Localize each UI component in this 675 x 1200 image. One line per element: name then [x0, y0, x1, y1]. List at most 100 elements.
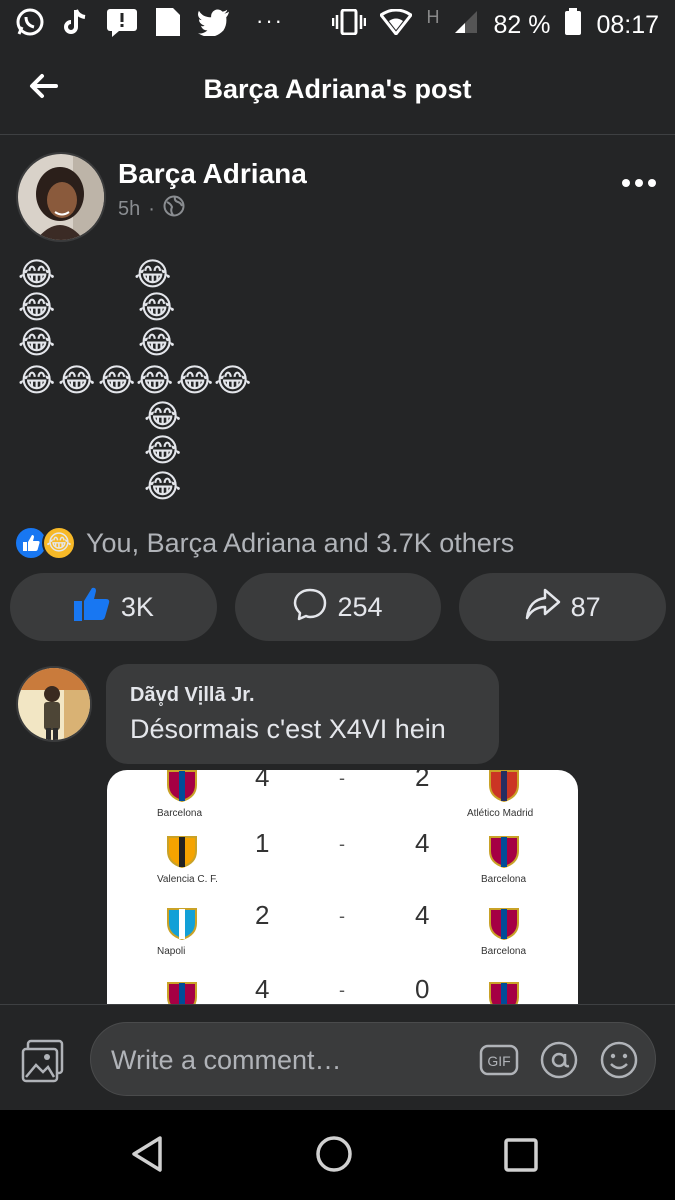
- away-score: 2: [415, 770, 430, 792]
- signal-icon: [453, 9, 479, 42]
- circle-home-icon: [316, 1136, 352, 1172]
- team-crest-icon: [165, 906, 199, 941]
- home-score: 4: [255, 770, 270, 792]
- meta-separator: ·: [148, 197, 155, 220]
- gif-button[interactable]: GIF: [479, 1040, 519, 1080]
- at-sign-icon: [540, 1041, 578, 1079]
- file-icon: [152, 6, 184, 38]
- away-team-name: Barcelona: [481, 874, 527, 885]
- emoji-button[interactable]: [599, 1040, 639, 1080]
- like-button[interactable]: 3K: [10, 573, 217, 641]
- message-icon: [106, 6, 138, 38]
- commenter-avatar[interactable]: [16, 666, 92, 742]
- comment-button[interactable]: 254: [234, 573, 442, 641]
- laughing-emoji: 😂: [18, 256, 56, 292]
- comment-composer: GIF: [0, 1004, 675, 1111]
- laughing-emoji: 😂: [144, 398, 182, 434]
- wifi-icon: [379, 8, 414, 42]
- thumbs-up-icon: [73, 586, 111, 629]
- team-crest-icon: [487, 906, 521, 941]
- gif-label: GIF: [487, 1053, 510, 1069]
- home-team-name: Valencia C. F.: [157, 874, 218, 885]
- nav-back-button[interactable]: [126, 1132, 170, 1176]
- battery-level: 82 %: [493, 11, 551, 39]
- globe-icon: [163, 195, 185, 223]
- comment-input[interactable]: [109, 1037, 453, 1083]
- comment-bubble[interactable]: Dãv̥d Vịllā Jr. Désormais c'est X4VI hei…: [106, 664, 499, 764]
- laughing-emoji: 😂: [214, 362, 252, 398]
- home-score: 4: [255, 974, 270, 1004]
- status-bar: ··· H 82 % 08:17: [0, 0, 675, 48]
- comment-count: 254: [337, 591, 383, 622]
- gif-icon: GIF: [479, 1044, 519, 1076]
- system-nav-bar: [0, 1110, 675, 1200]
- square-recents-icon: [504, 1138, 538, 1172]
- author-avatar[interactable]: [16, 152, 106, 242]
- score-dash: -: [339, 980, 345, 1000]
- comment-image[interactable]: Barcelona Atlético Madrid 4 - 2 Valencia C. F…: [107, 770, 578, 1004]
- away-team-name: Atlético Madrid: [467, 808, 534, 819]
- page-title: Barça Adriana's post: [203, 74, 472, 104]
- team-crest-icon: [487, 980, 521, 1004]
- mention-button[interactable]: [539, 1040, 579, 1080]
- comment-author[interactable]: Dãv̥d Vịllā Jr.: [130, 684, 255, 707]
- comment-text: Désormais c'est X4VI hein: [130, 714, 446, 744]
- post-emoji-art: 😂 😂 😂 😂 😂 😂 😂 😂 😂 😂 😂 😂 😂 😂 😂: [14, 256, 274, 512]
- nav-recents-button[interactable]: [498, 1132, 542, 1176]
- more-options-button[interactable]: [619, 172, 659, 194]
- smiley-icon: [600, 1041, 638, 1079]
- reactions-summary[interactable]: 😂 You, Barça Adriana and 3.7K others: [14, 526, 514, 560]
- post-meta: 5h ·: [118, 195, 185, 223]
- home-score: 2: [255, 900, 270, 930]
- laughing-emoji: 😂: [138, 289, 176, 325]
- team-crest-icon: [165, 834, 199, 869]
- share-button[interactable]: 87: [459, 573, 667, 641]
- laughing-emoji: 😂: [58, 362, 96, 398]
- laughing-emoji: 😂: [176, 362, 214, 398]
- laughing-emoji: 😂: [18, 362, 56, 398]
- home-score: 1: [255, 828, 270, 858]
- away-score: 4: [415, 828, 430, 858]
- laughing-emoji: 😂: [144, 432, 182, 468]
- post-actions: 3K 254 87: [10, 573, 667, 641]
- laughing-emoji: 😂: [98, 362, 136, 398]
- clock: 08:17: [596, 11, 659, 39]
- reactions-text: You, Barça Adriana and 3.7K others: [86, 527, 515, 558]
- photo-gallery-icon: [21, 1039, 64, 1083]
- vibrate-icon: [332, 8, 367, 42]
- post-time[interactable]: 5h: [118, 198, 140, 221]
- like-count: 3K: [120, 591, 154, 622]
- team-crest-icon: [165, 980, 199, 1004]
- share-arrow-icon: [525, 588, 561, 627]
- score-dash: -: [339, 770, 345, 788]
- haha-reaction-icon: 😂: [42, 526, 76, 560]
- post-header: Barça Adriana 5h ·: [0, 150, 675, 245]
- comment-input-box[interactable]: GIF: [90, 1022, 656, 1096]
- triangle-back-icon: [132, 1136, 162, 1172]
- comment-bubble-icon: [293, 587, 327, 628]
- laughing-emoji: 😂: [138, 324, 176, 360]
- post-author-name[interactable]: Barça Adriana: [118, 158, 307, 190]
- twitter-icon: [198, 6, 230, 38]
- home-team-name: Napoli: [157, 946, 186, 957]
- network-type: H: [426, 7, 440, 27]
- post-top-bar: Barça Adriana's post: [0, 48, 675, 135]
- home-team-name: Barcelona: [157, 808, 203, 819]
- team-crest-icon: [487, 770, 521, 803]
- more-notifications-icon: ···: [256, 8, 284, 33]
- away-score: 0: [415, 974, 430, 1004]
- laughing-emoji: 😂: [144, 468, 182, 504]
- share-count: 87: [570, 591, 601, 622]
- photo-button[interactable]: [20, 1039, 66, 1085]
- laughing-emoji: 😂: [18, 324, 56, 360]
- laughing-emoji: 😂: [134, 256, 172, 292]
- tiktok-icon: [60, 6, 92, 38]
- nav-home-button[interactable]: [312, 1132, 356, 1176]
- away-team-name: Barcelona: [481, 946, 527, 957]
- battery-icon: [564, 8, 582, 43]
- team-crest-icon: [165, 770, 199, 803]
- score-dash: -: [339, 906, 345, 926]
- laughing-emoji: 😂: [136, 362, 174, 398]
- team-crest-icon: [487, 834, 521, 869]
- away-score: 4: [415, 900, 430, 930]
